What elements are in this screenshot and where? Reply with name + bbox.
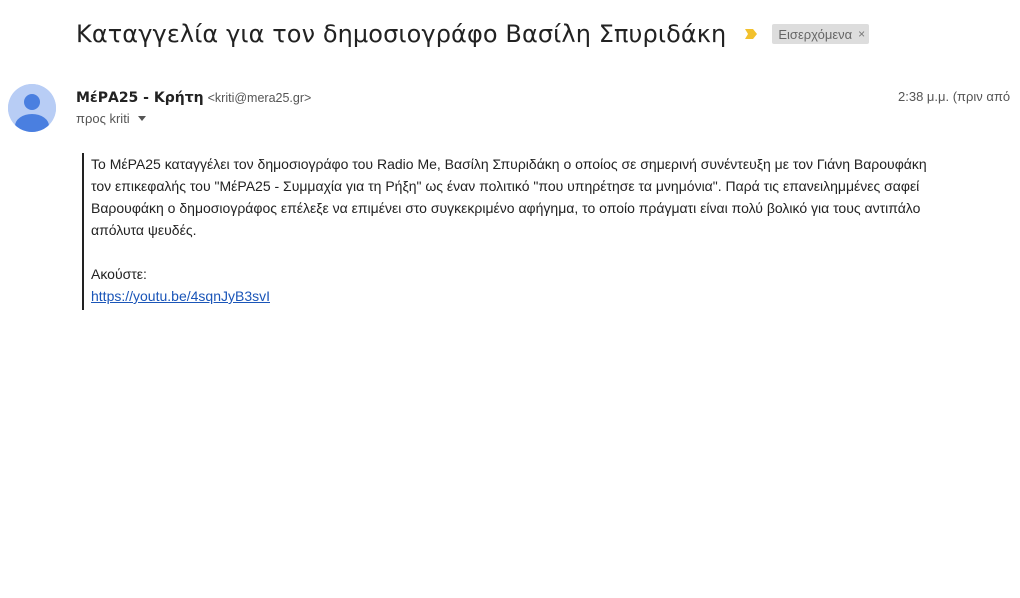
recipient-text: προς kriti	[76, 111, 130, 126]
body-line: Το ΜέΡΑ25 καταγγέλει τον δημοσιογράφο το…	[91, 156, 927, 172]
listen-label: Ακούστε:	[91, 266, 147, 282]
importance-marker-icon[interactable]	[744, 27, 758, 41]
email-body: Το ΜέΡΑ25 καταγγέλει τον δημοσιογράφο το…	[91, 153, 1020, 307]
email-view: Καταγγελία για τον δημοσιογράφο Βασίλη Σ…	[0, 0, 1020, 598]
email-timestamp: 2:38 μ.μ. (πριν από	[898, 89, 1011, 104]
subject-row: Καταγγελία για τον δημοσιογράφο Βασίλη Σ…	[76, 20, 870, 48]
remove-label-icon[interactable]: ×	[858, 27, 865, 41]
sender-name[interactable]: ΜέΡΑ25 - Κρήτη	[76, 90, 204, 106]
email-subject: Καταγγελία για τον δημοσιογράφο Βασίλη Σ…	[76, 20, 727, 48]
body-line: απόλυτα ψευδές.	[91, 222, 197, 238]
sender-email: <kriti@mera25.gr>	[207, 91, 312, 105]
label-chip-inbox[interactable]: Εισερχόμενα ×	[772, 24, 870, 44]
sender-line: ΜέΡΑ25 - Κρήτη <kriti@mera25.gr>	[76, 89, 311, 106]
body-line: τον επικεφαλής του "ΜέΡΑ25 - Συμμαχία γι…	[91, 178, 920, 194]
label-chip-text: Εισερχόμενα	[778, 26, 853, 42]
chevron-down-icon[interactable]	[137, 116, 146, 121]
body-line: Βαρουφάκη ο δημοσιογράφος επέλεξε να επι…	[91, 200, 921, 216]
sender-avatar[interactable]	[8, 84, 56, 132]
email-body-quote: Το ΜέΡΑ25 καταγγέλει τον δημοσιογράφο το…	[82, 153, 1020, 310]
default-avatar-icon	[8, 84, 56, 132]
youtube-link[interactable]: https://youtu.be/4sqnJyB3svI	[91, 288, 270, 304]
recipient-line: προς kriti	[76, 111, 146, 126]
